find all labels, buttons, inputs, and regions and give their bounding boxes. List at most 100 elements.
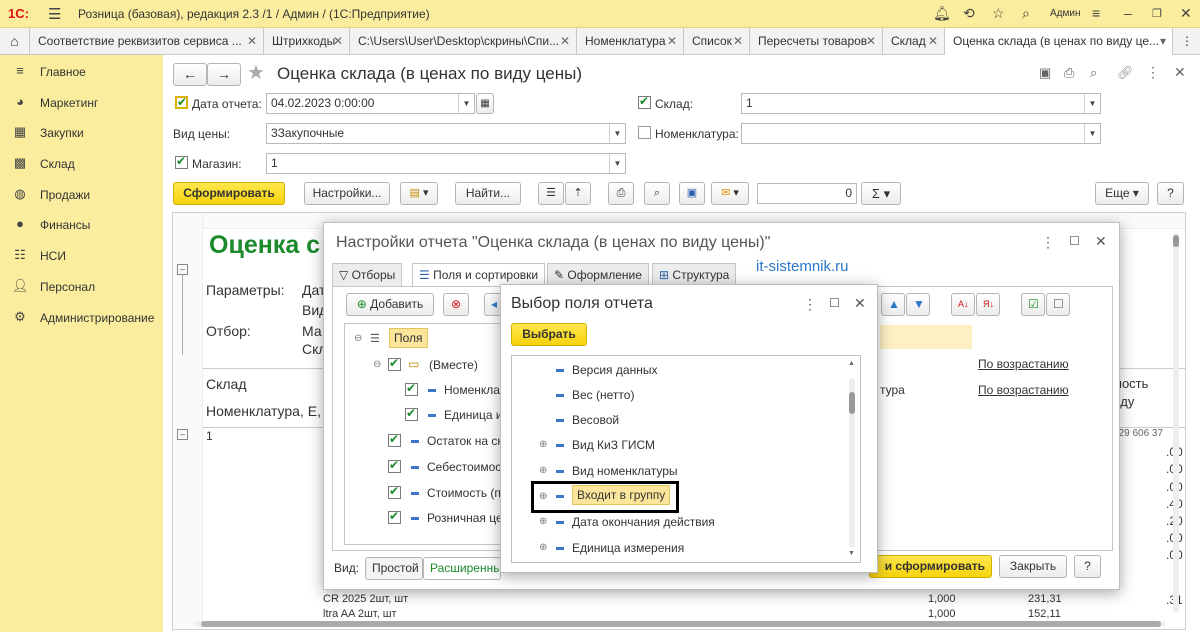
tab-close-icon[interactable]: ✕ bbox=[928, 28, 938, 54]
expand-icon[interactable]: ⊕ bbox=[539, 439, 547, 450]
forward-button[interactable]: → bbox=[207, 63, 241, 86]
expand-icon[interactable]: ⊕ bbox=[539, 516, 547, 527]
tree-checkbox[interactable] bbox=[405, 406, 418, 421]
date-dropdown-icon[interactable]: ▼ bbox=[458, 94, 474, 113]
tabs-overflow-icon[interactable]: ⋮ bbox=[1173, 28, 1200, 54]
vertical-scrollbar-thumb[interactable] bbox=[1173, 235, 1179, 247]
field-dialog-more-icon[interactable]: ⋮ bbox=[803, 296, 817, 313]
select-button[interactable]: Выбрать bbox=[511, 323, 587, 346]
sidebar-item-warehouse[interactable]: ▩ Склад bbox=[0, 149, 163, 179]
tree-checkbox[interactable] bbox=[388, 356, 401, 371]
user-name[interactable]: Админ bbox=[1050, 8, 1081, 19]
group-expand-icon[interactable]: ☰ bbox=[538, 182, 564, 205]
tree-item-field[interactable]: Себестоимос bbox=[411, 460, 500, 474]
tab-close-icon[interactable]: ✕ bbox=[733, 28, 743, 54]
help-button[interactable]: ? bbox=[1157, 182, 1184, 205]
tree-checkbox[interactable] bbox=[388, 432, 401, 447]
sum-button[interactable]: Σ ▾ bbox=[861, 182, 901, 205]
move-down-icon[interactable]: ▼ bbox=[906, 293, 930, 316]
field-item[interactable]: Вес (нетто) bbox=[556, 388, 634, 402]
print-icon[interactable]: ⎙ bbox=[1064, 65, 1074, 81]
home-icon[interactable]: ⌂ bbox=[0, 28, 30, 54]
field-item[interactable]: Дата окончания действия bbox=[556, 515, 715, 529]
tree-checkbox[interactable] bbox=[405, 381, 418, 396]
settings-menu-icon[interactable]: ≡ bbox=[1092, 5, 1100, 21]
field-dialog-maximize-icon[interactable]: ☐ bbox=[829, 296, 840, 310]
calendar-icon[interactable]: ▦ bbox=[476, 93, 494, 114]
scroll-up-icon[interactable]: ▲ bbox=[848, 360, 855, 367]
tree-item-field[interactable]: Стоимость (п bbox=[411, 486, 500, 500]
close-button[interactable]: Закрыть bbox=[999, 555, 1067, 578]
shop-checkbox[interactable] bbox=[175, 154, 188, 169]
history-icon[interactable]: ⟲ bbox=[963, 5, 975, 22]
tab-item[interactable]: Соответствие реквизитов сервиса ... ✕ bbox=[30, 28, 264, 54]
horizontal-scrollbar-thumb[interactable] bbox=[201, 621, 1161, 627]
move-up-icon[interactable]: ▲ bbox=[881, 293, 905, 316]
sum-counter-field[interactable]: 0 bbox=[757, 183, 857, 204]
tab-filters[interactable]: ▽ Отборы bbox=[332, 263, 403, 286]
field-list[interactable]: Версия данных Вес (нетто) Весовой ⊕ Вид … bbox=[511, 355, 861, 563]
send-button[interactable]: ✉ ▾ bbox=[711, 182, 749, 205]
link-icon[interactable]: 🔗︎ bbox=[1117, 65, 1134, 81]
dialog-more-icon[interactable]: ⋮ bbox=[1041, 234, 1055, 251]
tab-appearance[interactable]: ✎ Оформление bbox=[547, 263, 649, 286]
tab-item[interactable]: Склад ✕ bbox=[883, 28, 945, 54]
generate-button[interactable]: Сформировать bbox=[173, 182, 285, 205]
more-icon[interactable]: ⋮ bbox=[1146, 64, 1160, 81]
group-collapse-icon[interactable]: ⇡ bbox=[565, 182, 591, 205]
tree-checkbox[interactable] bbox=[388, 484, 401, 499]
field-item[interactable]: Весовой bbox=[556, 413, 619, 427]
sort-direction-link[interactable]: По возрастанию bbox=[978, 357, 1069, 371]
fields-tree[interactable]: ⊖ ☰ Поля ⊖ ▭ (Вместе) Номенкла Единица и… bbox=[344, 323, 501, 545]
main-menu-icon[interactable]: ☰ bbox=[48, 5, 61, 23]
tree-item-field[interactable]: Номенкла bbox=[428, 383, 500, 397]
sidebar-item-personnel[interactable]: 👤︎ Персонал bbox=[0, 272, 163, 302]
sort-desc-icon[interactable]: Я↓ bbox=[976, 293, 1000, 316]
field-item[interactable]: Вид номенклатуры bbox=[556, 464, 678, 478]
tab-item[interactable]: C:\Users\User\Desktop\скрины\Спи... ✕ bbox=[350, 28, 577, 54]
tree-root-fields[interactable]: Поля bbox=[389, 328, 428, 348]
restore-icon[interactable]: ❐ bbox=[1152, 7, 1162, 20]
tab-item[interactable]: Штрихкоды ✕ bbox=[264, 28, 350, 54]
shop-dropdown-icon[interactable]: ▼ bbox=[609, 154, 625, 173]
tree-item-field[interactable]: Остаток на ск bbox=[411, 434, 500, 448]
tab-structure[interactable]: ⊞ Структура bbox=[652, 263, 737, 286]
find-button[interactable]: Найти... bbox=[455, 182, 521, 205]
field-item[interactable]: Вид КиЗ ГИСМ bbox=[556, 438, 655, 452]
variant-button[interactable]: ▤ ▾ bbox=[400, 182, 438, 205]
sidebar-item-marketing[interactable]: ◕ Маркетинг bbox=[0, 88, 163, 118]
sort-asc-icon[interactable]: A↓ bbox=[951, 293, 975, 316]
sort-direction-link[interactable]: По возрастанию bbox=[978, 383, 1069, 397]
tab-item-active[interactable]: Оценка склада (в ценах по виду це... ▾ bbox=[945, 28, 1173, 55]
form-close-icon[interactable]: ✕ bbox=[1174, 64, 1186, 81]
field-item[interactable]: Версия данных bbox=[556, 363, 657, 377]
price-type-input[interactable]: 3Закупочные ▼ bbox=[266, 123, 626, 144]
sidebar-item-main[interactable]: ≡ Главное bbox=[0, 57, 163, 87]
collapse-icon[interactable]: ⊖ bbox=[373, 359, 381, 370]
field-item[interactable]: Единица измерения bbox=[556, 541, 684, 555]
tree-item-field[interactable]: Розничная це bbox=[411, 511, 500, 525]
tab-close-icon[interactable]: ✕ bbox=[866, 28, 876, 54]
dialog-close-icon[interactable]: ✕ bbox=[1095, 233, 1107, 250]
dialog-help-button[interactable]: ? bbox=[1074, 555, 1101, 578]
tab-item[interactable]: Номенклатура ✕ bbox=[577, 28, 684, 54]
apply-generate-button[interactable]: и сформировать bbox=[869, 555, 992, 578]
check-all-icon[interactable]: ☑ bbox=[1021, 293, 1045, 316]
settings-button[interactable]: Настройки... bbox=[304, 182, 390, 205]
save-button-icon[interactable]: ▣ bbox=[679, 182, 705, 205]
nomenclature-dropdown-icon[interactable]: ▼ bbox=[1084, 124, 1100, 143]
delete-button-icon[interactable]: ⊗ bbox=[443, 293, 469, 316]
tab-close-icon[interactable]: ✕ bbox=[247, 28, 257, 54]
field-dialog-close-icon[interactable]: ✕ bbox=[854, 295, 866, 312]
view-advanced-button[interactable]: Расширенны bbox=[423, 557, 502, 580]
tab-menu-icon[interactable]: ▾ bbox=[1160, 28, 1166, 54]
close-icon[interactable]: ✕ bbox=[1180, 5, 1192, 22]
date-checkbox[interactable] bbox=[175, 95, 188, 109]
star-icon[interactable]: ☆ bbox=[992, 5, 1005, 22]
tab-close-icon[interactable]: ✕ bbox=[560, 28, 570, 54]
price-type-dropdown-icon[interactable]: ▼ bbox=[609, 124, 625, 143]
field-item-selected[interactable]: Входит в группу bbox=[572, 485, 671, 505]
sklad-dropdown-icon[interactable]: ▼ bbox=[1084, 94, 1100, 113]
sidebar-item-finance[interactable]: ● Финансы bbox=[0, 210, 163, 240]
date-input[interactable]: 04.02.2023 0:00:00 ▼ bbox=[266, 93, 475, 114]
